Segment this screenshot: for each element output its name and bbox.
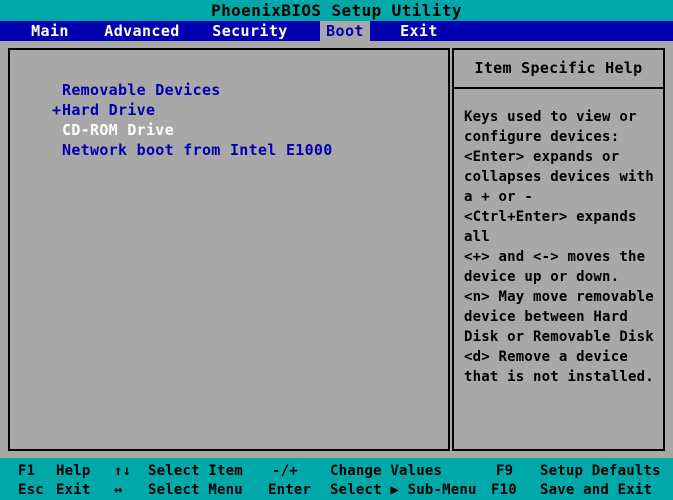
boot-order-list: Removable Devices +Hard Drive CD-ROM Drive…	[52, 80, 333, 160]
key-hint[interactable]: Select ▶ Sub-Menu	[330, 480, 477, 500]
menu-bar: Main Advanced Security Boot Exit	[0, 21, 673, 41]
key-hint[interactable]: -/+	[272, 461, 298, 481]
help-text-line: <n> May move removable	[464, 289, 654, 305]
key-hint[interactable]: Exit	[56, 480, 91, 500]
help-text-line: device between Hard	[464, 309, 628, 325]
boot-device-row[interactable]: CD-ROM Drive	[52, 120, 333, 140]
key-hint[interactable]: Save and Exit	[540, 480, 652, 500]
tab-exit[interactable]: Exit	[380, 21, 458, 41]
key-hint[interactable]: ↔	[114, 480, 123, 500]
item-specific-help-panel: Item Specific Help Keys used to view or c…	[452, 48, 665, 451]
help-text-line: a + or -	[464, 189, 534, 205]
key-hint[interactable]: F1	[18, 461, 35, 481]
help-panel-body: Keys used to view or configure devices: <E…	[464, 107, 660, 387]
key-hint[interactable]: Enter	[268, 480, 311, 500]
help-panel-title: Item Specific Help	[454, 50, 663, 89]
boot-device-label: CD-ROM Drive	[62, 121, 174, 139]
bios-setup-screen: PhoenixBIOS Setup Utility Main Advanced Se…	[0, 0, 673, 500]
boot-device-label: Hard Drive	[62, 101, 156, 119]
key-hint[interactable]: Help	[56, 461, 91, 481]
help-text-line: Disk or Removable Disk	[464, 329, 654, 345]
boot-device-expand-marker: +	[52, 101, 62, 119]
help-text-line: all	[464, 229, 490, 245]
help-text-line: that is not installed.	[464, 369, 654, 385]
tab-boot[interactable]: Boot	[320, 21, 370, 41]
key-hint[interactable]: Select Menu	[148, 480, 243, 500]
tab-main[interactable]: Main	[14, 21, 86, 41]
boot-order-panel: Removable Devices +Hard Drive CD-ROM Drive…	[8, 48, 450, 451]
page-title: PhoenixBIOS Setup Utility	[0, 0, 673, 21]
boot-device-label: Network boot from Intel E1000	[62, 141, 333, 159]
help-text-line: collapses devices with	[464, 169, 654, 185]
key-hint[interactable]: Change Values	[330, 461, 442, 481]
key-hint[interactable]: F9	[496, 461, 513, 481]
tab-advanced[interactable]: Advanced	[92, 21, 192, 41]
help-text-line: <Ctrl+Enter> expands	[464, 209, 637, 225]
help-text-line: <d> Remove a device	[464, 349, 628, 365]
boot-device-row[interactable]: +Hard Drive	[52, 100, 333, 120]
help-text-line: <Enter> expands or	[464, 149, 620, 165]
help-text-line: configure devices:	[464, 129, 620, 145]
function-key-bar: F1 Help ↑↓ Select Item -/+ Change Values F9 Set…	[0, 458, 673, 500]
key-hint[interactable]: F10	[491, 480, 517, 500]
key-hint[interactable]: ↑↓	[114, 461, 131, 481]
help-text-line: Keys used to view or	[464, 109, 637, 125]
help-text-line: <+> and <-> moves the	[464, 249, 646, 265]
tab-security[interactable]: Security	[200, 21, 300, 41]
key-hint[interactable]: Esc	[18, 480, 44, 500]
boot-device-label: Removable Devices	[62, 81, 221, 99]
menu-underline	[0, 41, 673, 48]
key-hint[interactable]: Select Item	[148, 461, 243, 481]
key-hint[interactable]: Setup Defaults	[540, 461, 661, 481]
help-text-line: device up or down.	[464, 269, 620, 285]
boot-device-row[interactable]: Network boot from Intel E1000	[52, 140, 333, 160]
boot-device-row[interactable]: Removable Devices	[52, 80, 333, 100]
